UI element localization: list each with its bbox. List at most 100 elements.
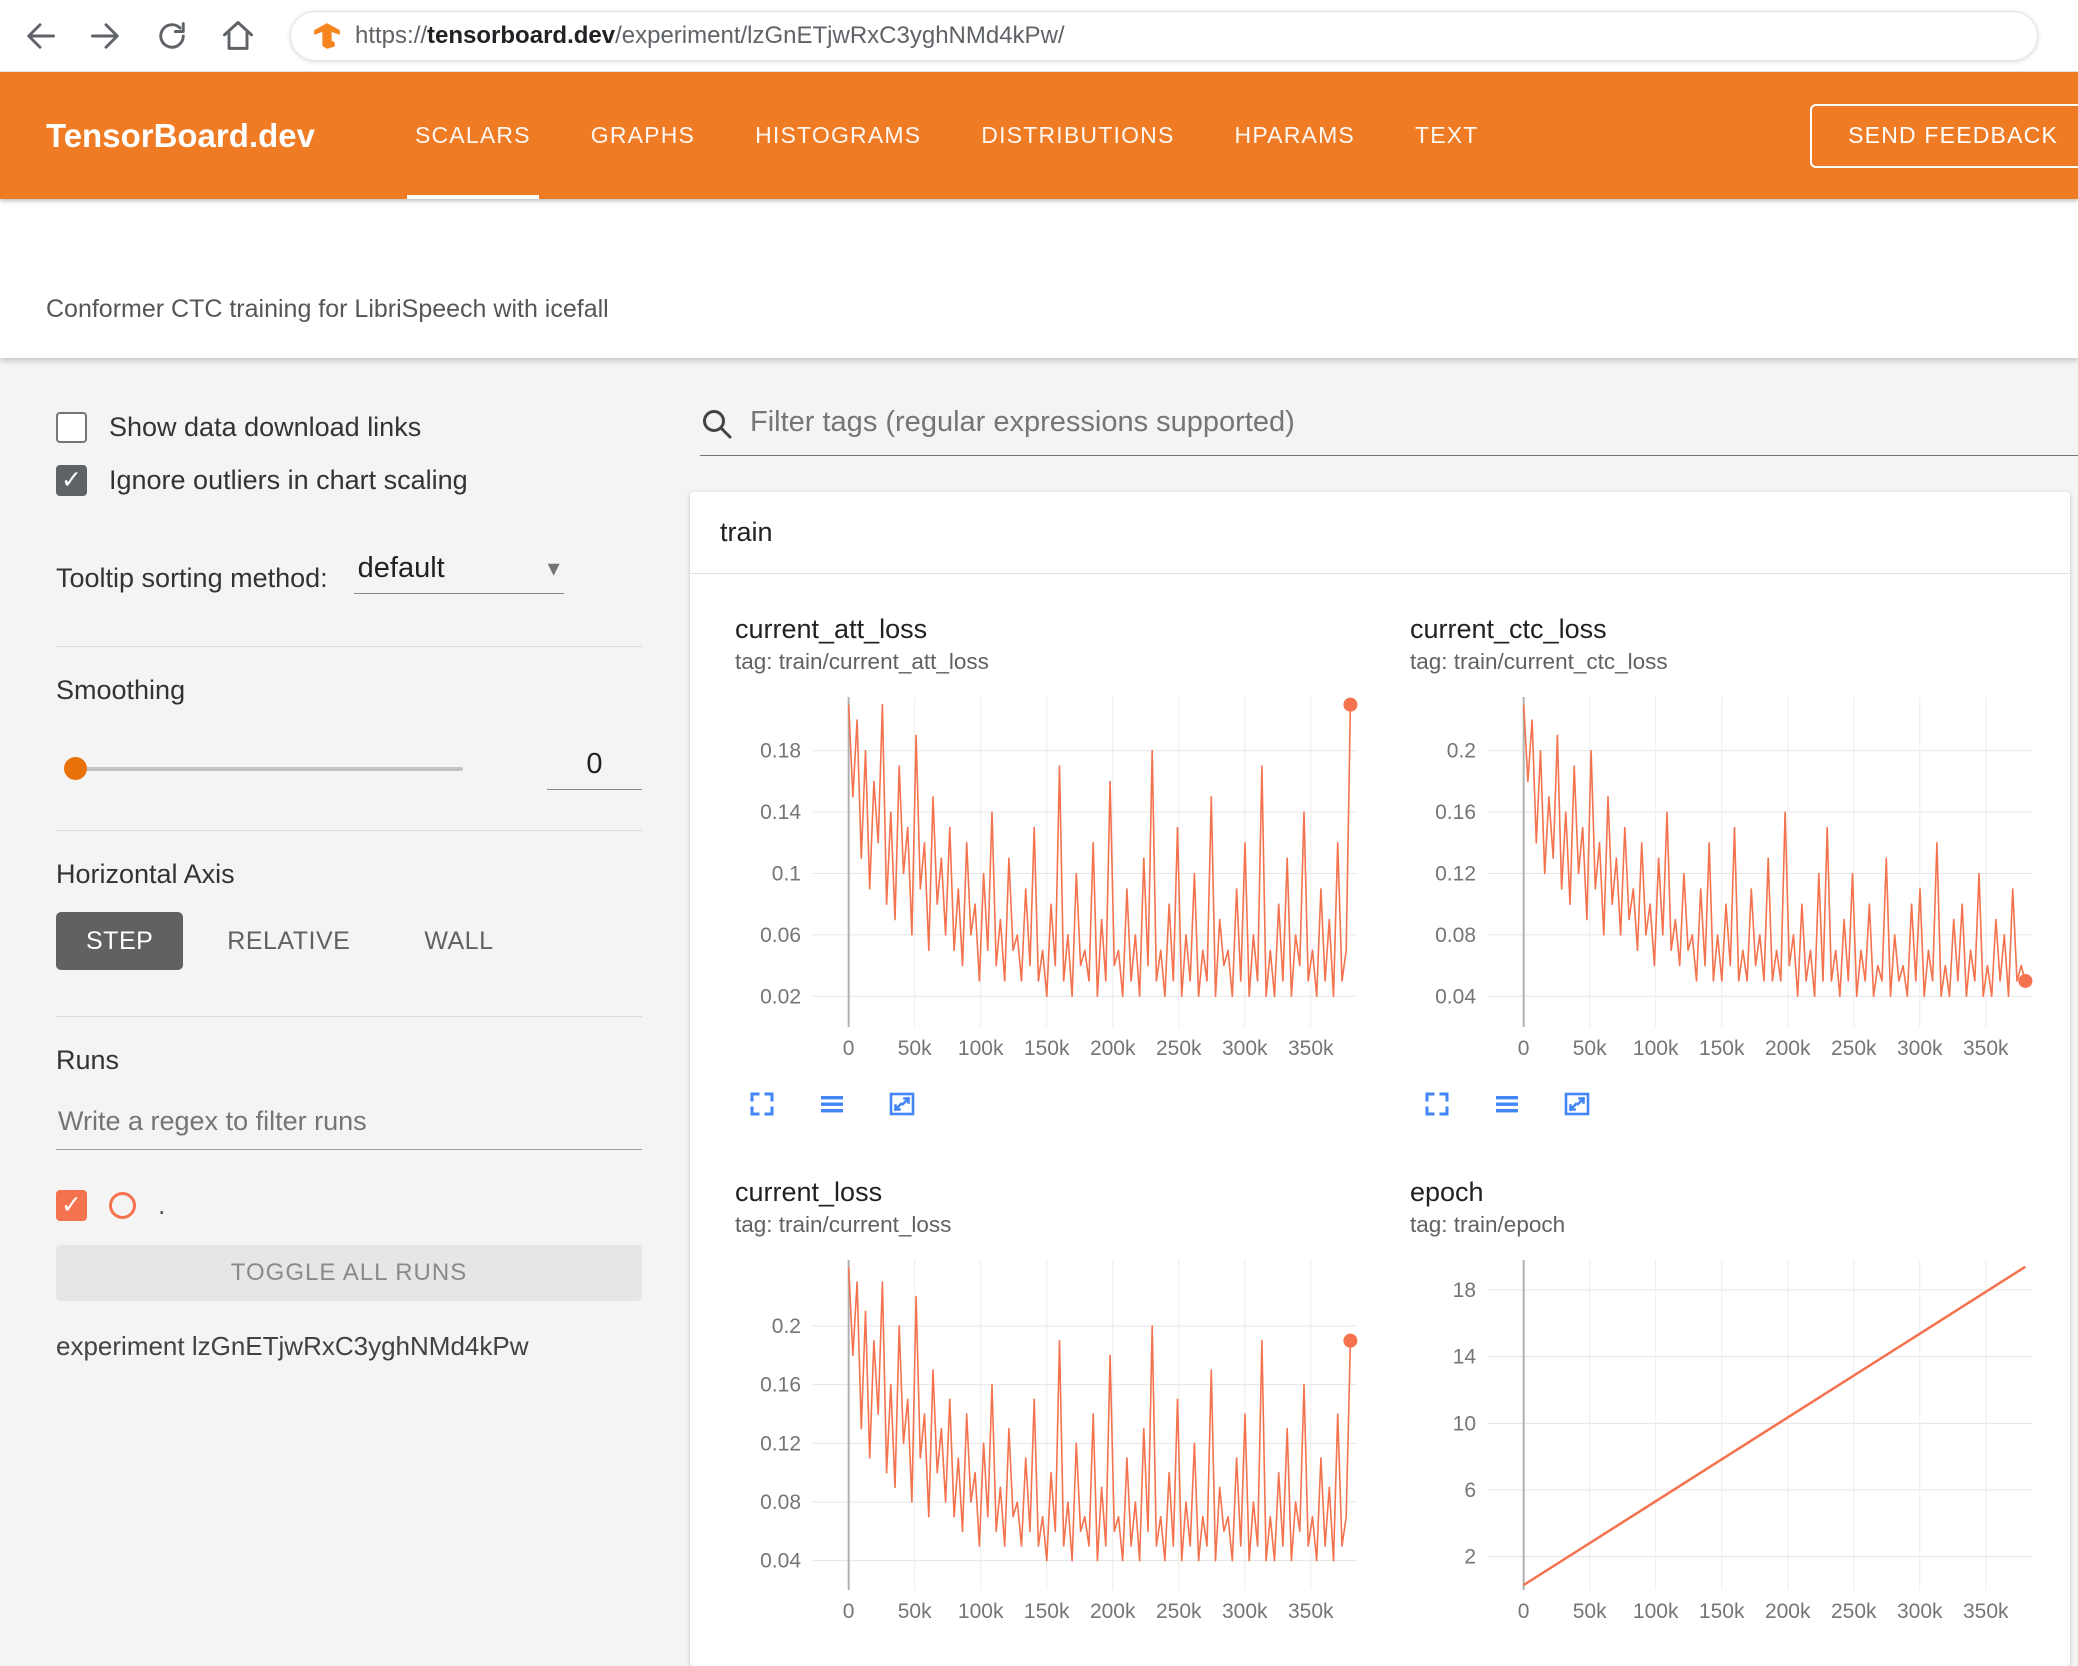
svg-text:50k: 50k bbox=[898, 1037, 932, 1060]
horizontal-axis-label: Horizontal Axis bbox=[56, 859, 235, 889]
line-chart[interactable]: 0.04 0.08 0.12 0.16 0.2 0 50k 100k 150k 200k 250k 3… bbox=[1410, 689, 2050, 1069]
tab-scalars[interactable]: SCALARS bbox=[385, 72, 561, 199]
settings-sidebar: Show data download links ✓ Ignore outlie… bbox=[0, 358, 690, 1666]
run-row: ✓ . bbox=[56, 1190, 642, 1221]
toggle-lines-icon[interactable] bbox=[817, 1089, 847, 1119]
subtitle-band: Conformer CTC training for LibriSpeech w… bbox=[0, 199, 2078, 358]
chart-title: epoch bbox=[1410, 1177, 1484, 1207]
svg-text:2: 2 bbox=[1464, 1546, 1476, 1569]
train-group-header[interactable]: train bbox=[690, 492, 2070, 574]
svg-text:100k: 100k bbox=[1633, 1600, 1679, 1623]
expand-chart-icon[interactable] bbox=[747, 1089, 777, 1119]
content: Show data download links ✓ Ignore outlie… bbox=[0, 358, 2078, 1666]
run-checkbox[interactable]: ✓ bbox=[56, 1190, 87, 1221]
tooltip-sorting-label: Tooltip sorting method: bbox=[56, 563, 328, 593]
tab-graphs[interactable]: GRAPHS bbox=[561, 72, 725, 199]
svg-text:300k: 300k bbox=[1897, 1037, 1943, 1060]
runs-filter-input[interactable] bbox=[56, 1106, 642, 1150]
experiment-title: Conformer CTC training for LibriSpeech w… bbox=[46, 295, 609, 323]
divider bbox=[56, 646, 642, 647]
url-text: https://tensorboard.dev/experiment/lzGnE… bbox=[355, 21, 1065, 49]
filter-tags-row bbox=[700, 402, 2078, 456]
svg-text:50k: 50k bbox=[1573, 1600, 1607, 1623]
back-icon[interactable] bbox=[22, 18, 58, 54]
url-bar[interactable]: https://tensorboard.dev/experiment/lzGnE… bbox=[290, 10, 2038, 61]
slider-thumb[interactable] bbox=[64, 757, 87, 780]
svg-text:0.16: 0.16 bbox=[1435, 801, 1476, 824]
ignore-outliers-checkbox[interactable]: ✓ Ignore outliers in chart scaling bbox=[56, 465, 642, 496]
run-color-swatch[interactable] bbox=[109, 1192, 136, 1219]
svg-text:0.2: 0.2 bbox=[772, 1315, 801, 1338]
reload-icon[interactable] bbox=[154, 18, 190, 54]
chart-tag: tag: train/current_loss bbox=[735, 1212, 952, 1237]
toggle-all-runs-button[interactable]: TOGGLE ALL RUNS bbox=[56, 1245, 642, 1301]
chevron-down-icon: ▾ bbox=[547, 555, 560, 582]
checkmark-icon: ✓ bbox=[61, 1191, 82, 1219]
tab-hparams[interactable]: HPARAMS bbox=[1205, 72, 1385, 199]
tensorboard-logo-icon bbox=[314, 22, 340, 49]
svg-text:300k: 300k bbox=[1222, 1600, 1268, 1623]
experiment-id-label: experiment lzGnETjwRxC3yghNMd4kPw bbox=[56, 1331, 529, 1361]
axis-step-button[interactable]: STEP bbox=[56, 912, 184, 970]
svg-text:0: 0 bbox=[1518, 1600, 1530, 1623]
line-chart[interactable]: 0.04 0.08 0.12 0.16 0.2 0 50k 100k 150k 200k 250k 3… bbox=[735, 1252, 1375, 1632]
svg-text:350k: 350k bbox=[1288, 1600, 1334, 1623]
svg-text:200k: 200k bbox=[1765, 1600, 1811, 1623]
svg-text:150k: 150k bbox=[1024, 1037, 1070, 1060]
forward-icon[interactable] bbox=[88, 18, 124, 54]
fit-domain-icon[interactable] bbox=[887, 1089, 917, 1119]
svg-text:350k: 350k bbox=[1963, 1600, 2009, 1623]
svg-text:150k: 150k bbox=[1024, 1600, 1070, 1623]
svg-text:100k: 100k bbox=[958, 1037, 1004, 1060]
svg-text:0.18: 0.18 bbox=[760, 740, 801, 763]
checkmark-icon: ✓ bbox=[61, 466, 82, 494]
chart-current-ctc-loss: current_ctc_loss tag: train/current_ctc_… bbox=[1410, 614, 2050, 1119]
checkbox-unchecked-icon bbox=[56, 412, 87, 443]
line-chart[interactable]: 2 6 10 14 18 0 50k 100k 150k 200k 250k 300k 350k bbox=[1410, 1252, 2050, 1632]
svg-text:300k: 300k bbox=[1222, 1037, 1268, 1060]
show-download-links-checkbox[interactable]: Show data download links bbox=[56, 412, 642, 443]
charts-grid: current_att_loss tag: train/current_att_… bbox=[690, 574, 2070, 1632]
line-chart[interactable]: 0.02 0.06 0.1 0.14 0.18 0 50k 100k 150k 200k 250k 3… bbox=[735, 689, 1375, 1069]
svg-text:200k: 200k bbox=[1090, 1037, 1136, 1060]
run-name: . bbox=[158, 1190, 166, 1220]
filter-tags-input[interactable] bbox=[750, 402, 2078, 443]
smoothing-slider[interactable] bbox=[64, 757, 463, 780]
svg-text:200k: 200k bbox=[1765, 1037, 1811, 1060]
svg-text:0.08: 0.08 bbox=[760, 1491, 801, 1514]
tab-distributions[interactable]: DISTRIBUTIONS bbox=[951, 72, 1204, 199]
nav-tabs: SCALARS GRAPHS HISTOGRAMS DISTRIBUTIONS … bbox=[385, 72, 1509, 199]
svg-text:0.06: 0.06 bbox=[760, 924, 801, 947]
svg-text:0: 0 bbox=[843, 1600, 855, 1623]
horizontal-axis-buttons: STEP RELATIVE WALL bbox=[56, 912, 642, 970]
svg-text:50k: 50k bbox=[1573, 1037, 1607, 1060]
svg-text:150k: 150k bbox=[1699, 1037, 1745, 1060]
chart-tag: tag: train/current_ctc_loss bbox=[1410, 649, 1668, 674]
send-feedback-button[interactable]: SEND FEEDBACK bbox=[1810, 103, 2078, 168]
tab-text[interactable]: TEXT bbox=[1385, 72, 1509, 199]
svg-text:0.16: 0.16 bbox=[760, 1374, 801, 1397]
svg-text:150k: 150k bbox=[1699, 1600, 1745, 1623]
divider bbox=[56, 830, 642, 831]
axis-wall-button[interactable]: WALL bbox=[394, 912, 523, 970]
fit-domain-icon[interactable] bbox=[1562, 1089, 1592, 1119]
axis-relative-button[interactable]: RELATIVE bbox=[197, 912, 380, 970]
svg-text:250k: 250k bbox=[1156, 1600, 1202, 1623]
svg-text:0.2: 0.2 bbox=[1447, 740, 1476, 763]
tab-histograms[interactable]: HISTOGRAMS bbox=[725, 72, 951, 199]
home-icon[interactable] bbox=[220, 18, 256, 54]
toggle-lines-icon[interactable] bbox=[1492, 1089, 1522, 1119]
svg-text:0.12: 0.12 bbox=[1435, 863, 1476, 886]
tooltip-sorting-dropdown[interactable]: default ▾ bbox=[353, 552, 564, 594]
smoothing-value-input[interactable] bbox=[547, 748, 642, 790]
runs-label: Runs bbox=[56, 1045, 120, 1075]
chart-toolbar bbox=[735, 1089, 1375, 1119]
expand-chart-icon[interactable] bbox=[1422, 1089, 1452, 1119]
svg-text:0.12: 0.12 bbox=[760, 1432, 801, 1455]
chart-current-att-loss: current_att_loss tag: train/current_att_… bbox=[735, 614, 1375, 1119]
dropdown-value: default bbox=[357, 552, 445, 584]
smoothing-row bbox=[56, 748, 642, 790]
svg-text:0.04: 0.04 bbox=[1435, 985, 1476, 1008]
svg-text:0.14: 0.14 bbox=[760, 801, 801, 824]
svg-text:250k: 250k bbox=[1831, 1600, 1877, 1623]
